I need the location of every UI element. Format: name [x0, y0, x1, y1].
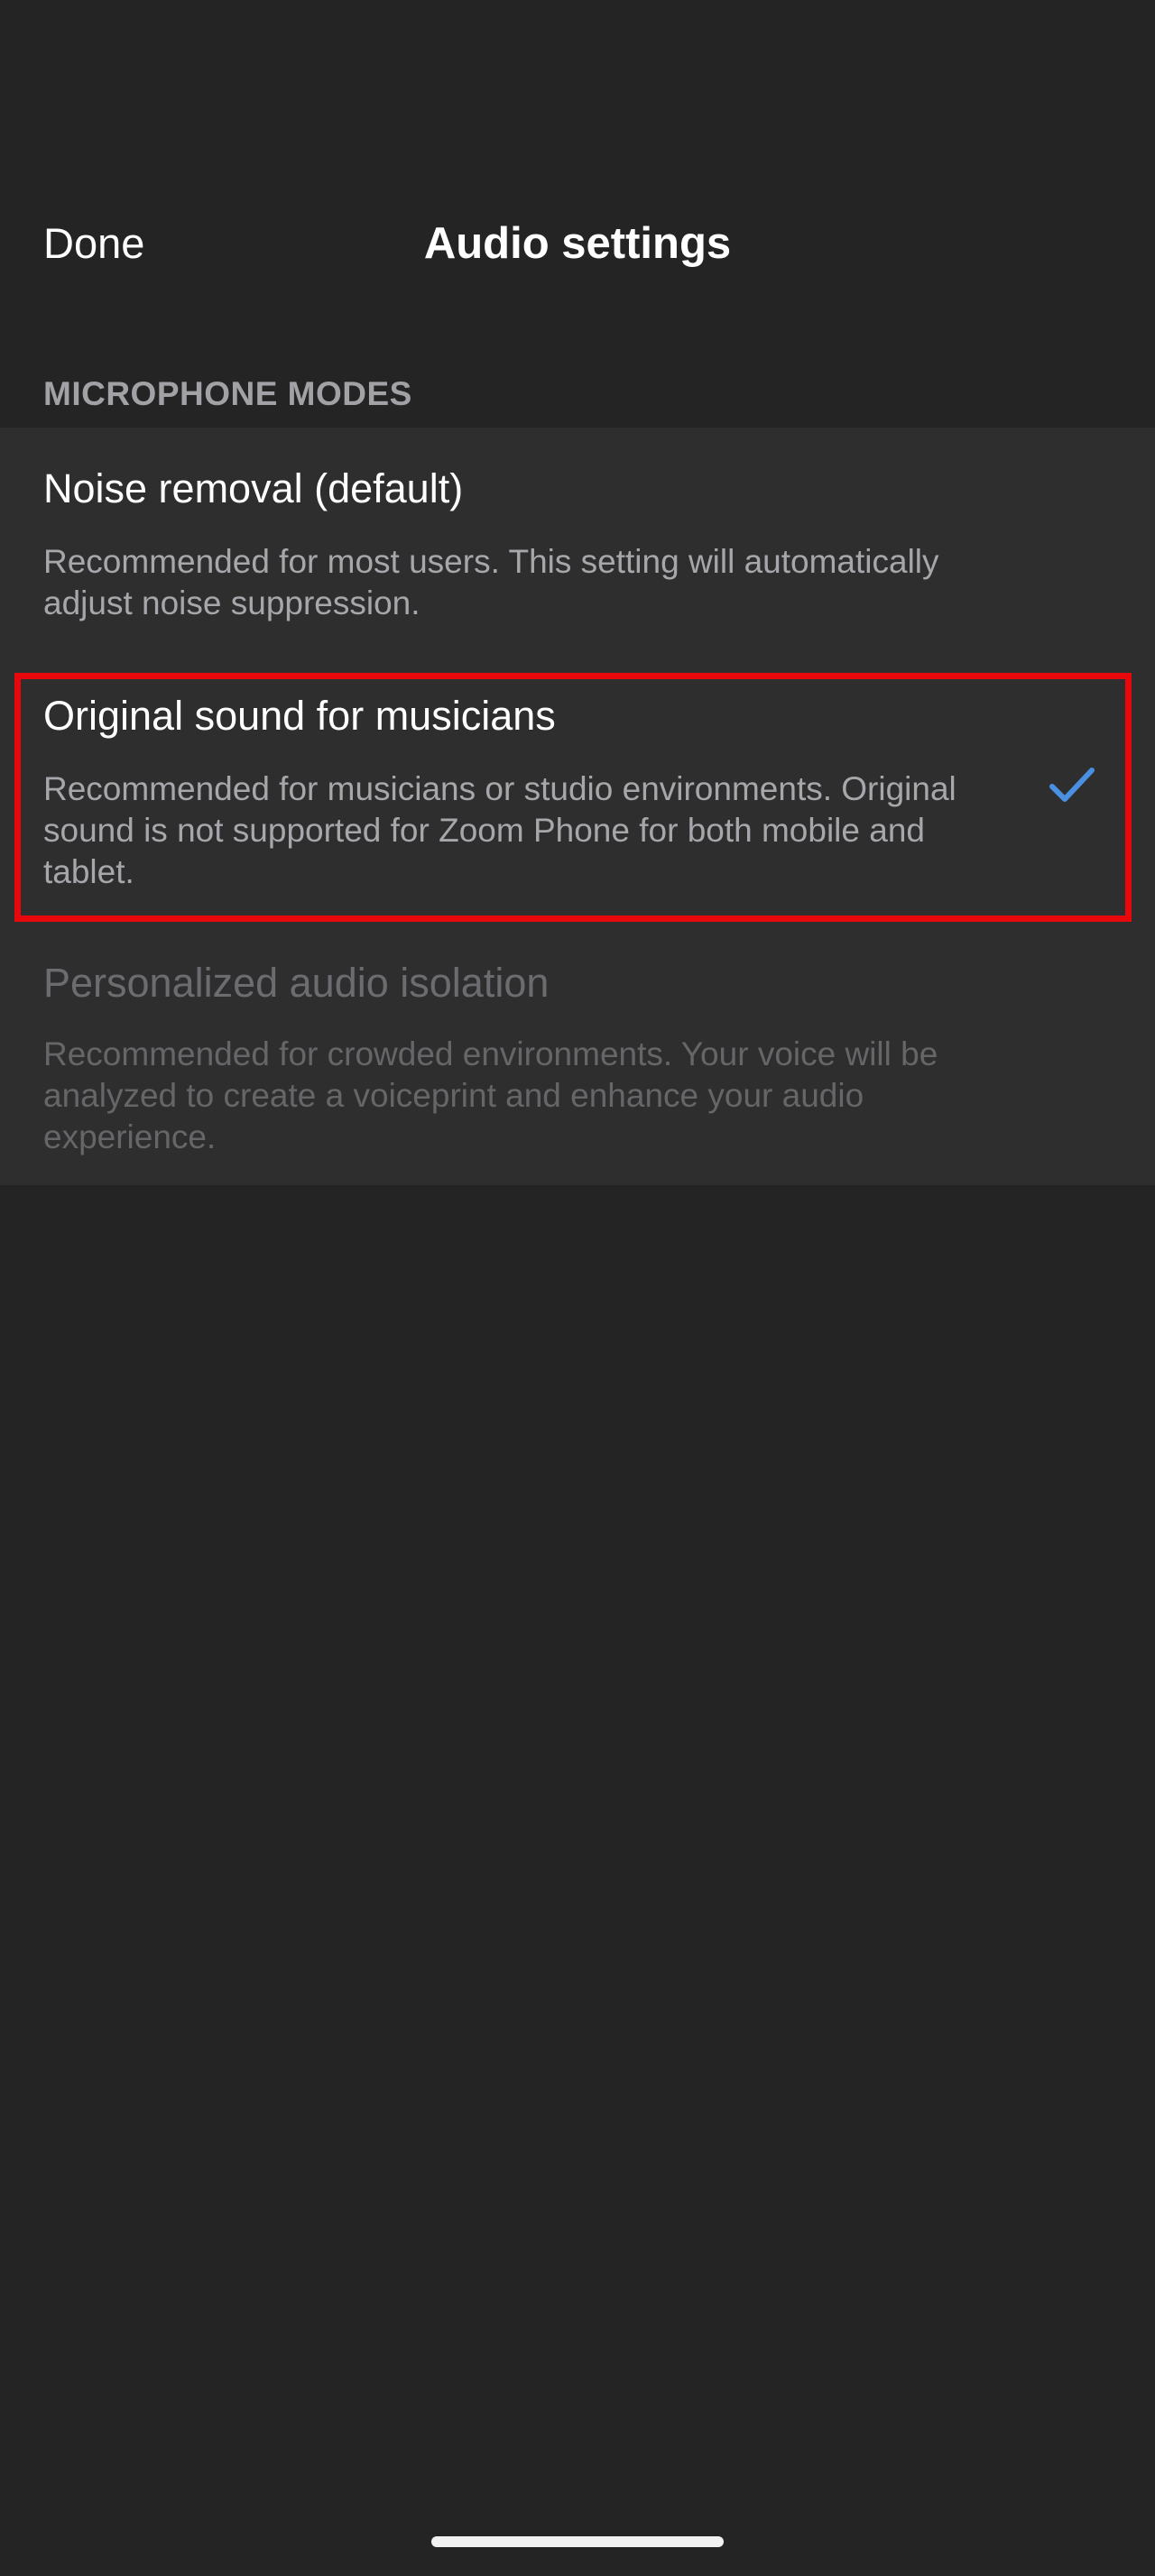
section-header-microphone-modes: MICROPHONE MODES	[43, 375, 412, 412]
option-title: Noise removal (default)	[43, 465, 464, 511]
checkmark-icon	[1049, 768, 1095, 802]
option-title: Original sound for musicians	[43, 693, 556, 739]
option-description: Recommended for musicians or studio envi…	[43, 770, 956, 890]
home-indicator[interactable]	[431, 2536, 724, 2547]
option-personalized-audio-isolation: Personalized audio isolation Recommended…	[0, 938, 1155, 1185]
header-bar: Done Audio settings	[0, 0, 1155, 307]
option-original-sound[interactable]: Original sound for musicians Recommended…	[0, 673, 1155, 924]
page-title: Audio settings	[423, 219, 732, 268]
option-description: Recommended for most users. This setting…	[43, 543, 939, 621]
option-description: Recommended for crowded environments. Yo…	[43, 1035, 938, 1155]
option-title: Personalized audio isolation	[43, 960, 550, 1006]
option-noise-removal[interactable]: Noise removal (default) Recommended for …	[0, 428, 1155, 653]
